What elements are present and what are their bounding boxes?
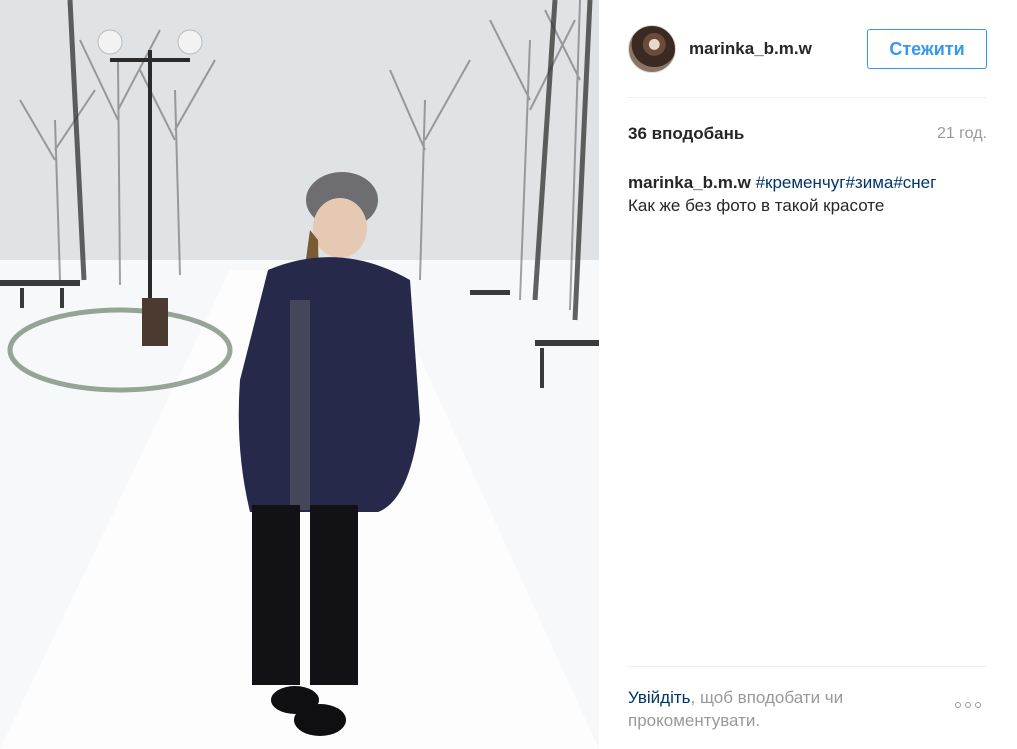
divider — [628, 666, 987, 667]
post-time[interactable]: 21 год. — [937, 125, 987, 143]
post-caption: marinka_b.m.w #кременчуг#зима#снег Как ж… — [628, 171, 987, 217]
login-link[interactable]: Увійдіть — [628, 688, 691, 707]
divider — [628, 97, 987, 98]
login-prompt: Увійдіть, щоб вподобати чи прокоментуват… — [628, 686, 928, 732]
more-options-icon[interactable] — [955, 700, 987, 710]
likes-count[interactable]: 36 вподобань — [628, 124, 744, 144]
caption-hashtags: #кременчуг#зима#снег — [756, 173, 937, 192]
hashtag-link[interactable]: #кременчуг — [756, 173, 846, 192]
caption-username[interactable]: marinka_b.m.w — [628, 173, 751, 192]
winter-park-photo — [0, 0, 599, 749]
dot — [955, 702, 961, 708]
follow-button[interactable]: Стежити — [867, 29, 987, 69]
dot — [965, 702, 971, 708]
post-sidebar: marinka_b.m.w Стежити 36 вподобань 21 го… — [599, 0, 1017, 749]
hashtag-link[interactable]: #зима — [845, 173, 893, 192]
username-link[interactable]: marinka_b.m.w — [689, 39, 812, 59]
post-photo[interactable] — [0, 0, 599, 749]
post-header: marinka_b.m.w Стежити — [628, 25, 987, 73]
likes-row: 36 вподобань 21 год. — [628, 124, 987, 146]
caption-text: Как же без фото в такой красоте — [628, 196, 885, 215]
avatar[interactable] — [628, 25, 676, 73]
dot — [975, 702, 981, 708]
post-footer: Увійдіть, щоб вподобати чи прокоментуват… — [628, 686, 987, 736]
hashtag-link[interactable]: #снег — [893, 173, 936, 192]
